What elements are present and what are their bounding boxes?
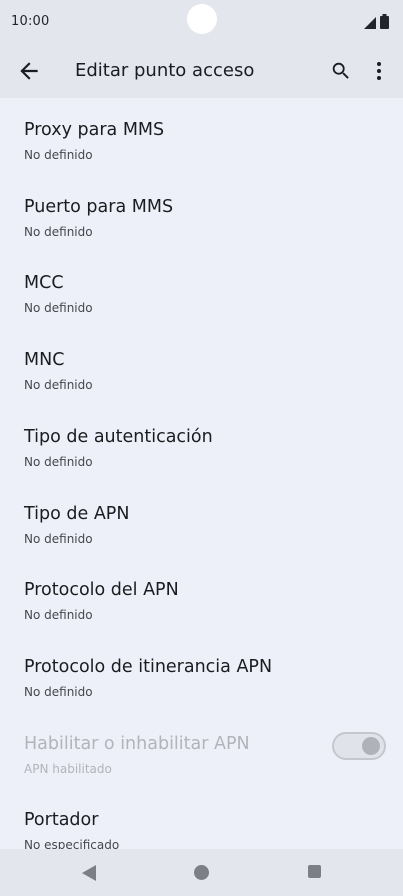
status-bar: 10:00 (0, 0, 403, 46)
more-vert-icon[interactable] (372, 60, 386, 82)
toggle-knob (362, 737, 380, 755)
setting-title: Puerto para MMS (24, 197, 174, 217)
setting-title: Habilitar o inhabilitar APN (24, 734, 250, 754)
setting-summary: No definido (24, 225, 93, 239)
setting-summary: APN habilitado (24, 762, 112, 776)
setting-title: MCC (24, 273, 64, 293)
system-nav-bar (0, 849, 403, 896)
setting-proxy-mms[interactable]: Proxy para MMS No definido (0, 100, 403, 176)
signal-icon (364, 17, 376, 29)
setting-title: Protocolo del APN (24, 580, 179, 600)
setting-title: Portador (24, 810, 99, 830)
setting-summary: No definido (24, 148, 93, 162)
apn-enable-toggle (332, 732, 386, 760)
setting-puerto-mms[interactable]: Puerto para MMS No definido (0, 177, 403, 253)
setting-summary: No definido (24, 608, 93, 622)
search-icon[interactable] (330, 60, 352, 82)
triangle-back-icon[interactable] (82, 865, 96, 881)
setting-summary: No definido (24, 455, 93, 469)
square-recents-icon[interactable] (308, 865, 321, 878)
setting-title: MNC (24, 350, 65, 370)
page-title: Editar punto acceso (75, 60, 255, 81)
top-app-bar: Editar punto acceso (0, 46, 403, 98)
status-time: 10:00 (11, 14, 50, 29)
camera-cutout (187, 4, 217, 34)
arrow-back-icon[interactable] (16, 58, 42, 84)
setting-habilitar-apn: Habilitar o inhabilitar APN APN habilita… (0, 714, 403, 790)
battery-icon (380, 14, 389, 29)
setting-title: Protocolo de itinerancia APN (24, 657, 273, 677)
setting-summary: No definido (24, 301, 93, 315)
setting-summary: No definido (24, 378, 93, 392)
setting-protocolo-apn[interactable]: Protocolo del APN No definido (0, 560, 403, 636)
setting-mnc[interactable]: MNC No definido (0, 330, 403, 406)
setting-tipo-apn[interactable]: Tipo de APN No definido (0, 484, 403, 560)
setting-summary: No definido (24, 532, 93, 546)
setting-title: Tipo de autenticación (24, 427, 213, 447)
setting-mcc[interactable]: MCC No definido (0, 253, 403, 329)
setting-summary: No definido (24, 685, 93, 699)
setting-title: Tipo de APN (24, 504, 130, 524)
circle-home-icon[interactable] (194, 865, 209, 880)
screen: 10:00 Editar punto acceso Proxy para MMS… (0, 0, 403, 896)
setting-title: Proxy para MMS (24, 120, 165, 140)
setting-protocolo-itinerancia[interactable]: Protocolo de itinerancia APN No definido (0, 637, 403, 713)
setting-tipo-autenticacion[interactable]: Tipo de autenticación No definido (0, 407, 403, 483)
